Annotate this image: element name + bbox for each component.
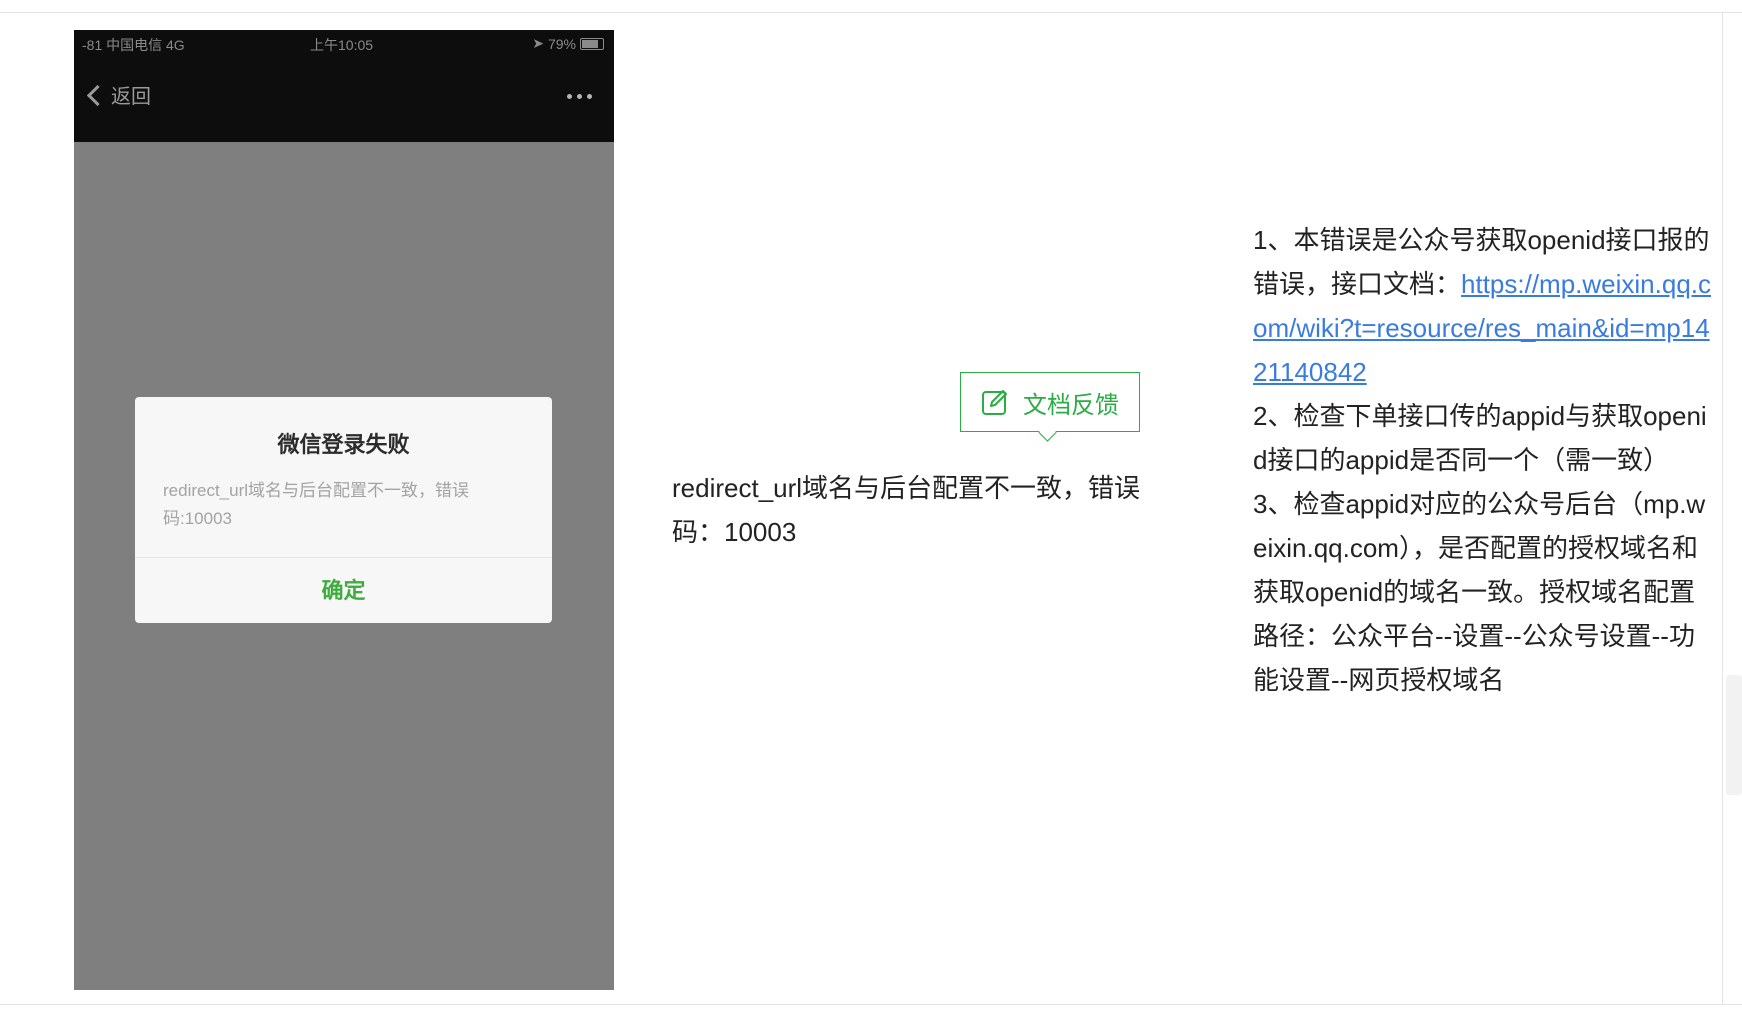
dialog-message: redirect_url域名与后台配置不一致，错误码:10003 (163, 481, 470, 528)
dialog-divider (135, 557, 552, 558)
error-dialog: 微信登录失败 redirect_url域名与后台配置不一致，错误码:10003 … (135, 397, 552, 623)
dialog-title: 微信登录失败 (277, 432, 410, 457)
right-border (1722, 12, 1723, 1005)
chevron-left-icon (86, 84, 109, 107)
status-bar: -81 中国电信 4G 上午10:05 ➤ 79% (74, 30, 614, 56)
doc-feedback-button[interactable]: 文档反馈 (960, 372, 1140, 442)
phone-screenshot: -81 中国电信 4G 上午10:05 ➤ 79% 返回 微信登录失败 redi… (74, 30, 614, 990)
scrollbar[interactable] (1726, 675, 1742, 795)
solution-item-1: 1、本错误是公众号获取openid接口报的错误，接口文档：https://mp.… (1253, 218, 1713, 394)
battery-area: ➤ 79% (532, 35, 604, 52)
more-dot-icon (567, 94, 572, 99)
carrier-label: -81 中国电信 4G (82, 37, 185, 53)
solution-item-2: 2、检查下单接口传的appid与获取openid接口的appid是否同一个（需一… (1253, 401, 1707, 475)
nav-bar: 返回 (74, 56, 614, 142)
back-button[interactable]: 返回 (86, 80, 151, 109)
solution-item-3: 3、检查appid对应的公众号后台（mp.weixin.qq.com），是否配置… (1253, 489, 1706, 695)
clock-label: 上午10:05 (310, 37, 374, 53)
more-dot-icon (577, 94, 582, 99)
top-border (0, 12, 1742, 13)
callout-pointer (1038, 423, 1057, 442)
battery-label: 79% (547, 35, 576, 52)
battery-icon (580, 37, 604, 50)
solution-list: 1、本错误是公众号获取openid接口报的错误，接口文档：https://mp.… (1253, 218, 1713, 702)
location-icon: ➤ (532, 35, 544, 51)
dialog-ok-button[interactable]: 确定 (135, 573, 552, 605)
feedback-label: 文档反馈 (1023, 391, 1119, 419)
more-button[interactable] (567, 94, 592, 99)
more-dot-icon (587, 94, 592, 99)
error-description: redirect_url域名与后台配置不一致，错误码：10003 (672, 473, 1141, 547)
back-label: 返回 (111, 86, 151, 108)
edit-icon (982, 390, 1007, 415)
bottom-border (0, 1004, 1742, 1005)
